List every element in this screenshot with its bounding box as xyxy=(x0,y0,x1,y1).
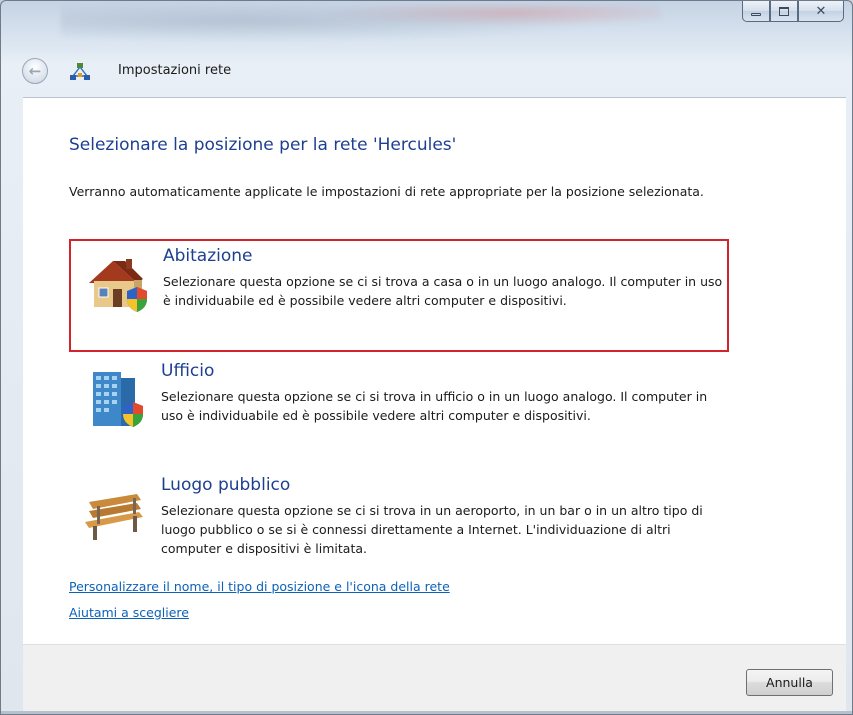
back-button[interactable]: ← xyxy=(22,58,48,84)
customize-network-link[interactable]: Personalizzare il nome, il tipo di posiz… xyxy=(69,579,450,594)
close-icon: ✕ xyxy=(815,3,827,19)
office-building-icon xyxy=(93,372,143,427)
window-bottom-edge xyxy=(1,711,852,714)
network-icon xyxy=(70,63,90,80)
option-description: Selezionare questa opzione se ci si trov… xyxy=(161,503,703,556)
option-office[interactable]: Ufficio Selezionare questa opzione se ci… xyxy=(69,356,729,469)
park-bench-icon xyxy=(85,494,143,540)
minimize-button[interactable] xyxy=(742,1,770,22)
main-content: Selezionare la posizione per la rete 'He… xyxy=(23,97,846,644)
maximize-icon xyxy=(779,6,789,16)
option-title: Luogo pubblico xyxy=(161,475,291,495)
option-description: Selezionare questa opzione se ci si trov… xyxy=(163,274,723,308)
network-settings-window: ✕ ← Impostazioni rete Selezionare la pos… xyxy=(0,0,853,715)
help-me-choose-link[interactable]: Aiutami a scegliere xyxy=(69,605,189,620)
option-description: Selezionare questa opzione se ci si trov… xyxy=(161,389,708,423)
caption-buttons: ✕ xyxy=(742,1,844,23)
option-public-place[interactable]: Luogo pubblico Selezionare questa opzion… xyxy=(69,470,729,583)
dialog-footer: Annulla xyxy=(23,644,846,711)
page-title: Selezionare la posizione per la rete 'He… xyxy=(69,135,457,155)
close-button[interactable]: ✕ xyxy=(798,1,844,22)
option-home[interactable]: Abitazione Selezionare questa opzione se… xyxy=(69,239,729,352)
minimize-icon xyxy=(751,12,761,16)
title-bar-glass xyxy=(61,5,661,45)
window-title: Impostazioni rete xyxy=(118,63,232,78)
option-title: Ufficio xyxy=(161,361,215,381)
cancel-button[interactable]: Annulla xyxy=(746,669,833,696)
intro-text: Verranno automaticamente applicate le im… xyxy=(69,184,704,199)
option-title: Abitazione xyxy=(163,246,253,266)
maximize-button[interactable] xyxy=(770,1,798,22)
navigation-bar: ← Impostazioni rete xyxy=(1,53,852,91)
house-icon xyxy=(89,259,147,312)
back-arrow-icon: ← xyxy=(28,62,42,80)
